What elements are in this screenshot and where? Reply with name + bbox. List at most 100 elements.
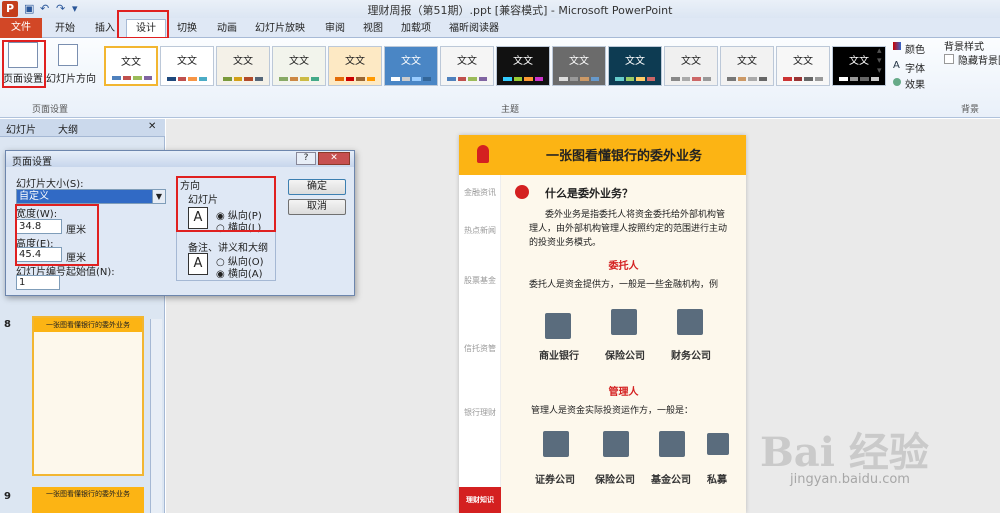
ok-button[interactable]: 确定 [288,179,346,195]
label-commercial-bank: 商业银行 [539,351,579,362]
theme-8-label: 文文 [513,56,533,67]
theme-12[interactable]: 文文 [720,46,774,86]
colors-button[interactable]: 颜色 [905,41,925,56]
tab-home[interactable]: 开始 [48,20,82,38]
tab-foxit[interactable]: 福昕阅读器 [444,20,504,38]
effects-button[interactable]: 效果 [905,76,925,91]
slide[interactable]: 一张图看懂银行的委外业务 金融资讯 热点新闻 股票基金 信托资管 银行理财 理财… [459,135,746,513]
slide-thumbnail-8[interactable]: 一张图看懂银行的委外业务 [32,316,144,476]
theme-8[interactable]: 文文 [496,46,550,86]
tab-animations[interactable]: 动画 [210,20,244,38]
panel-scrollbar[interactable] [150,319,162,513]
fonts-icon: A [893,60,900,71]
theme-4[interactable]: 文文 [272,46,326,86]
theme-6[interactable]: 文文 [384,46,438,86]
theme-5-label: 文文 [345,56,365,67]
notes-page-icon: A [188,253,208,275]
help-button[interactable]: ? [296,152,316,165]
highlight-size-fields [15,204,99,266]
microphone-icon [477,145,489,163]
bg-style-button[interactable]: 背景样式 [944,38,984,53]
theme-6-label: 文文 [401,56,421,67]
tab-outline[interactable]: 大纲 [58,121,78,136]
slide-body: 什么是委外业务？ 委外业务是指委托人将资金委托给外部机构管 理人，由外部机构管理… [501,175,746,513]
redo-icon[interactable]: ↷ [56,2,65,15]
side-item-4: 银行理财 [464,408,496,417]
slide-title: 一张图看懂银行的委外业务 [545,149,702,164]
ribbon: 页面设置 幻灯片方向 页面设置 文文 文文 文文 文文 文文 文文 文文 文文 … [0,38,1000,118]
group-theme-label: 主题 [500,105,519,115]
theme-3[interactable]: 文文 [216,46,270,86]
theme-3-label: 文文 [233,56,253,67]
notes-label: 备注、讲义和大纲 [188,243,268,254]
customize-icon[interactable]: ▾ [72,2,78,15]
theme-11[interactable]: 文文 [664,46,718,86]
theme-5[interactable]: 文文 [328,46,382,86]
theme-9[interactable]: 文文 [552,46,606,86]
notes-landscape-label: 横向(A) [227,269,263,280]
hide-bg-label: 隐藏背景图形 [958,56,1000,67]
tab-addins[interactable]: 加载项 [396,20,436,38]
notes-landscape-radio[interactable]: ◉ 横向(A) [216,265,263,280]
tab-transitions[interactable]: 切换 [170,20,204,38]
securities-building-icon [543,431,569,457]
slide-number-9: 9 [4,491,11,502]
tab-view[interactable]: 视图 [356,20,390,38]
tab-review[interactable]: 审阅 [318,20,352,38]
theme-4-label: 文文 [289,56,309,67]
dialog-titlebar: 页面设置 ? ✕ [6,151,354,168]
label-private: 私募 [707,475,727,486]
powerpoint-logo-icon: P [2,1,18,17]
effects-icon [893,78,901,86]
group-bg-label: 背景 [960,105,979,115]
thumb-title-9: 一张图看懂银行的委外业务 [46,490,130,498]
slide-orientation-button[interactable]: 幻灯片方向 [46,70,96,85]
side-item-1: 热点新闻 [464,226,496,235]
principal-text: 委托人是资金提供方，一般是一些金融机构，例 [529,280,719,290]
label-insurance: 保险公司 [605,351,645,362]
theme-14-label: 文文 [849,56,869,67]
theme-2-label: 文文 [177,56,197,67]
private-fund-icon [707,433,729,455]
highlight-orientation [176,176,276,232]
heading-manager: 管理人 [608,387,639,398]
window-title: 理财周报（第51期）.ppt [兼容模式] - Microsoft PowerP… [367,4,673,17]
side-item-0: 金融资讯 [464,188,496,197]
fonts-button[interactable]: 字体 [905,60,925,75]
highlight-page-setup [2,40,46,88]
side-item-5: 理财知识 [459,487,501,513]
heading-principal: 委托人 [608,261,639,272]
dialog-close-button[interactable]: ✕ [318,152,350,165]
cancel-button[interactable]: 取消 [288,199,346,215]
dialog-title: 页面设置 [12,157,52,168]
theme-13-label: 文文 [793,56,813,67]
theme-12-label: 文文 [737,56,757,67]
theme-1[interactable]: 文文 [104,46,158,86]
tab-file[interactable]: 文件 [0,18,42,38]
size-select[interactable]: 自定义 [16,189,166,204]
chevron-down-icon[interactable]: ▼ [152,189,166,204]
save-icon[interactable]: ▣ [24,2,34,15]
manager-text: 管理人是资金实际投资运作方，一般是： [531,406,694,416]
insurance-building-2-icon [603,431,629,457]
theme-7[interactable]: 文文 [440,46,494,86]
number-input[interactable]: 1 [16,275,60,290]
insurance-building-icon [611,309,637,335]
close-icon[interactable]: ✕ [148,121,156,132]
undo-icon[interactable]: ↶ [40,2,49,15]
baidu-watermark: Bai 经验 [760,429,929,476]
slide-side-nav: 金融资讯 热点新闻 股票基金 信托资管 银行理财 理财知识 [459,175,501,513]
slide-header: 一张图看懂银行的委外业务 [459,135,746,175]
tab-slideshow[interactable]: 幻灯片放映 [250,20,310,38]
theme-13[interactable]: 文文 [776,46,830,86]
theme-2[interactable]: 文文 [160,46,214,86]
slide-orientation-icon[interactable] [58,44,78,66]
hide-bg-checkbox[interactable] [944,54,954,64]
theme-9-label: 文文 [569,56,589,67]
group-page-setup-label: 页面设置 [31,105,68,115]
theme-10[interactable]: 文文 [608,46,662,86]
slide-thumbnail-9[interactable]: 一张图看懂银行的委外业务 [32,487,144,513]
theme-scroll-icon[interactable]: ▴ ▾ ▾ [877,46,882,76]
speaker-icon [515,185,529,199]
tab-slides[interactable]: 幻灯片 [6,121,36,136]
